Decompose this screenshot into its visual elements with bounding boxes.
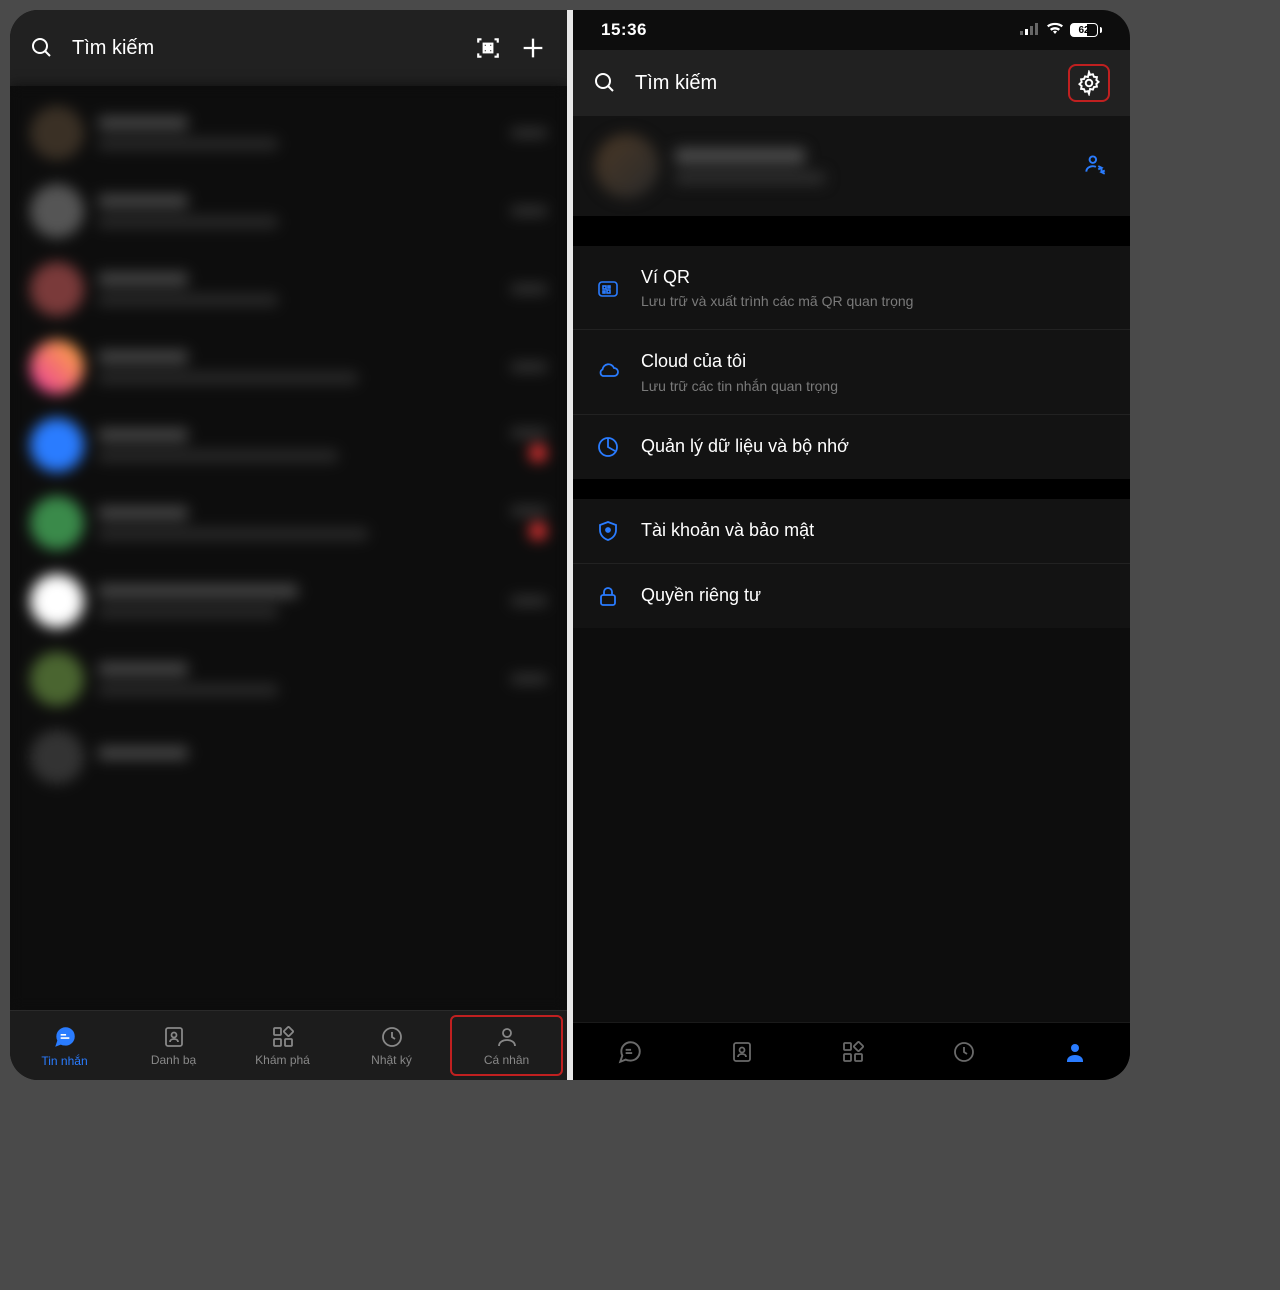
chat-row[interactable] bbox=[10, 718, 567, 796]
qr-scan-icon[interactable] bbox=[475, 35, 501, 61]
header-bar: Tìm kiếm bbox=[10, 10, 567, 86]
tab-messages[interactable] bbox=[617, 1039, 643, 1070]
battery-indicator: 62 bbox=[1070, 23, 1102, 37]
search-icon[interactable] bbox=[30, 36, 54, 60]
status-time: 15:36 bbox=[601, 20, 647, 40]
add-icon[interactable] bbox=[519, 34, 547, 62]
search-icon[interactable] bbox=[593, 71, 617, 95]
side-by-side-screens: Tìm kiếm Tin nhắn bbox=[10, 10, 1130, 1080]
header-bar: Tìm kiếm bbox=[573, 50, 1130, 116]
chat-row[interactable] bbox=[10, 250, 567, 328]
menu-qr-wallet[interactable]: Ví QR Lưu trữ và xuất trình các mã QR qu… bbox=[573, 246, 1130, 330]
chat-row[interactable] bbox=[10, 94, 567, 172]
tab-discover[interactable]: Khám phá bbox=[228, 1011, 337, 1080]
tab-discover[interactable] bbox=[841, 1040, 865, 1069]
gear-icon bbox=[1076, 70, 1102, 96]
settings-button-highlighted[interactable] bbox=[1068, 64, 1110, 102]
chat-row[interactable] bbox=[10, 172, 567, 250]
pie-chart-icon bbox=[595, 435, 621, 459]
bottom-tabbar: Tin nhắn Danh bạ Khám phá Nhật ký Cá nhâ… bbox=[10, 1010, 567, 1080]
tab-contacts[interactable]: Danh bạ bbox=[119, 1011, 228, 1080]
status-bar: 15:36 62 bbox=[573, 10, 1130, 50]
tab-label: Khám phá bbox=[255, 1053, 310, 1067]
screen-right-profile: 15:36 62 Tìm kiếm bbox=[573, 10, 1130, 1080]
chat-row[interactable] bbox=[10, 328, 567, 406]
screen-left-messages: Tìm kiếm Tin nhắn bbox=[10, 10, 567, 1080]
chat-row[interactable] bbox=[10, 406, 567, 484]
wifi-icon bbox=[1046, 20, 1064, 40]
tab-label: Danh bạ bbox=[151, 1053, 196, 1067]
qr-wallet-icon bbox=[595, 276, 621, 300]
tab-contacts[interactable] bbox=[730, 1040, 754, 1069]
menu-section-2: Tài khoản và bảo mật Quyền riêng tư bbox=[573, 499, 1130, 628]
tab-timeline[interactable]: Nhật ký bbox=[337, 1011, 446, 1080]
tab-timeline[interactable] bbox=[952, 1040, 976, 1069]
search-placeholder[interactable]: Tìm kiếm bbox=[72, 37, 457, 60]
menu-account-security[interactable]: Tài khoản và bảo mật bbox=[573, 499, 1130, 564]
profile-card[interactable] bbox=[573, 116, 1130, 216]
menu-data-storage[interactable]: Quản lý dữ liệu và bộ nhớ bbox=[573, 415, 1130, 479]
cloud-icon bbox=[595, 360, 621, 384]
tab-label: Cá nhân bbox=[484, 1053, 529, 1067]
tab-profile[interactable]: Cá nhân bbox=[450, 1015, 563, 1076]
menu-section-1: Ví QR Lưu trữ và xuất trình các mã QR qu… bbox=[573, 246, 1130, 479]
avatar bbox=[595, 134, 659, 198]
chat-row[interactable] bbox=[10, 484, 567, 562]
tab-label: Nhật ký bbox=[371, 1053, 412, 1067]
search-placeholder[interactable]: Tìm kiếm bbox=[635, 72, 1050, 95]
shield-icon bbox=[595, 519, 621, 543]
menu-my-cloud[interactable]: Cloud của tôi Lưu trữ các tin nhắn quan … bbox=[573, 330, 1130, 414]
switch-account-icon[interactable] bbox=[1082, 151, 1108, 182]
menu-privacy[interactable]: Quyền riêng tư bbox=[573, 564, 1130, 628]
tab-messages[interactable]: Tin nhắn bbox=[10, 1011, 119, 1080]
tab-profile[interactable] bbox=[1063, 1040, 1087, 1069]
chat-row[interactable] bbox=[10, 640, 567, 718]
bottom-tabbar bbox=[573, 1022, 1130, 1080]
chat-row[interactable] bbox=[10, 562, 567, 640]
tab-label: Tin nhắn bbox=[41, 1054, 87, 1068]
cellular-icon bbox=[1020, 20, 1040, 40]
conversation-list-blurred bbox=[10, 86, 567, 1010]
lock-icon bbox=[595, 584, 621, 608]
